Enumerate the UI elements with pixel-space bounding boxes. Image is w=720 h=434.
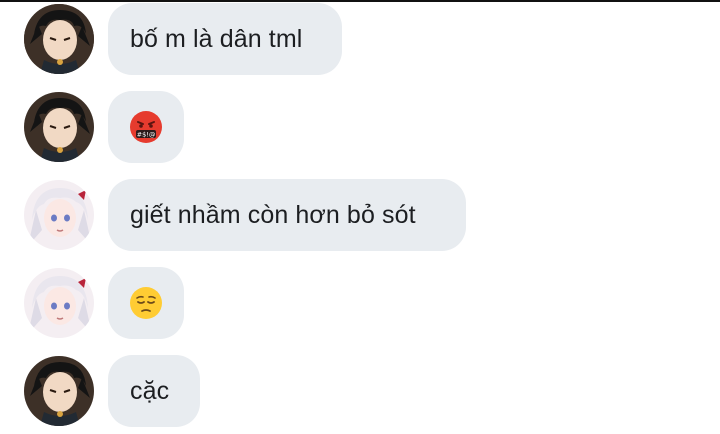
dark-haired-avatar-icon — [24, 4, 94, 74]
svg-text:#$!@: #$!@ — [137, 131, 156, 139]
message-bubble[interactable]: cặc — [108, 355, 200, 427]
chat-thread[interactable]: bố m là dân tml #$!@ giết nhầm còn hơn b… — [0, 0, 720, 434]
message-bubble[interactable] — [108, 267, 184, 339]
message-bubble[interactable]: #$!@ — [108, 91, 184, 163]
avatar-dark-haired-user[interactable] — [24, 92, 94, 162]
dark-haired-avatar-icon — [24, 92, 94, 162]
message-row: giết nhầm còn hơn bỏ sót — [0, 179, 720, 251]
avatar-white-haired-user[interactable] — [24, 268, 94, 338]
message-bubble[interactable]: giết nhầm còn hơn bỏ sót — [108, 179, 466, 251]
message-bubble[interactable]: bố m là dân tml — [108, 3, 342, 75]
white-haired-avatar-icon — [24, 268, 94, 338]
white-haired-avatar-icon — [24, 180, 94, 250]
message-row: #$!@ — [0, 91, 720, 163]
message-text: bố m là dân tml — [130, 24, 303, 53]
message-row: cặc — [0, 355, 720, 427]
pensive-face-icon — [129, 286, 163, 320]
avatar-dark-haired-user[interactable] — [24, 356, 94, 426]
face-with-symbols-on-mouth-icon: #$!@ — [129, 110, 163, 144]
avatar-dark-haired-user[interactable] — [24, 4, 94, 74]
message-text: giết nhầm còn hơn bỏ sót — [130, 200, 416, 229]
message-row — [0, 267, 720, 339]
dark-haired-avatar-icon — [24, 356, 94, 426]
message-row: bố m là dân tml — [0, 3, 720, 75]
avatar-white-haired-user[interactable] — [24, 180, 94, 250]
message-text: cặc — [130, 376, 170, 405]
